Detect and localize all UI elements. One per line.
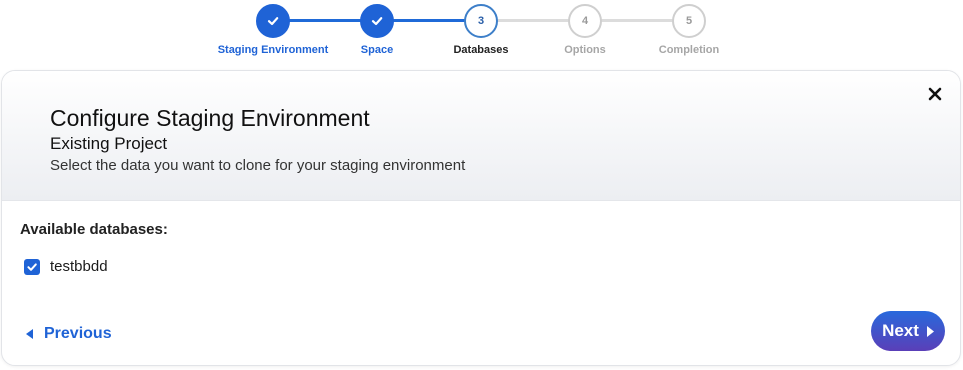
dialog-title: Configure Staging Environment [50, 105, 370, 131]
configure-staging-dialog: Configure Staging Environment Existing P… [1, 70, 961, 366]
step-completion[interactable]: 5 Completion [629, 4, 749, 56]
step-circle: 5 [672, 4, 706, 38]
database-name: testbbdd [50, 258, 108, 275]
step-label: Options [564, 44, 606, 56]
close-icon [928, 87, 942, 101]
dialog-header: Configure Staging Environment Existing P… [2, 71, 960, 201]
step-options[interactable]: 4 Options [525, 4, 645, 56]
check-icon [27, 262, 37, 271]
step-label: Databases [453, 44, 509, 56]
check-icon [371, 17, 383, 26]
wizard-stepper: Staging Environment Space 3 Databases 4 … [0, 0, 963, 62]
step-circle [256, 4, 290, 38]
step-staging-environment[interactable]: Staging Environment [213, 4, 333, 56]
database-checkbox[interactable] [24, 258, 40, 275]
step-databases[interactable]: 3 Databases [421, 4, 541, 56]
previous-button[interactable]: Previous [26, 325, 112, 343]
step-circle: 3 [464, 4, 498, 38]
step-label: Space [360, 44, 394, 56]
available-databases-label: Available databases: [20, 221, 168, 238]
next-button[interactable]: Next [871, 311, 945, 351]
step-label: Completion [658, 44, 720, 56]
step-label: Staging Environment [217, 44, 329, 56]
step-circle [360, 4, 394, 38]
caret-right-icon [926, 325, 934, 337]
close-button[interactable] [924, 83, 946, 105]
previous-button-label: Previous [44, 325, 112, 342]
dialog-description: Select the data you want to clone for yo… [50, 157, 466, 174]
caret-left-icon [26, 329, 33, 339]
step-circle: 4 [568, 4, 602, 38]
next-button-label: Next [882, 321, 919, 340]
staging-wizard-page: Staging Environment Space 3 Databases 4 … [0, 0, 963, 370]
database-option[interactable]: testbbdd [24, 258, 108, 275]
step-space[interactable]: Space [317, 4, 437, 56]
check-icon [267, 17, 279, 26]
dialog-subtitle: Existing Project [50, 134, 168, 153]
